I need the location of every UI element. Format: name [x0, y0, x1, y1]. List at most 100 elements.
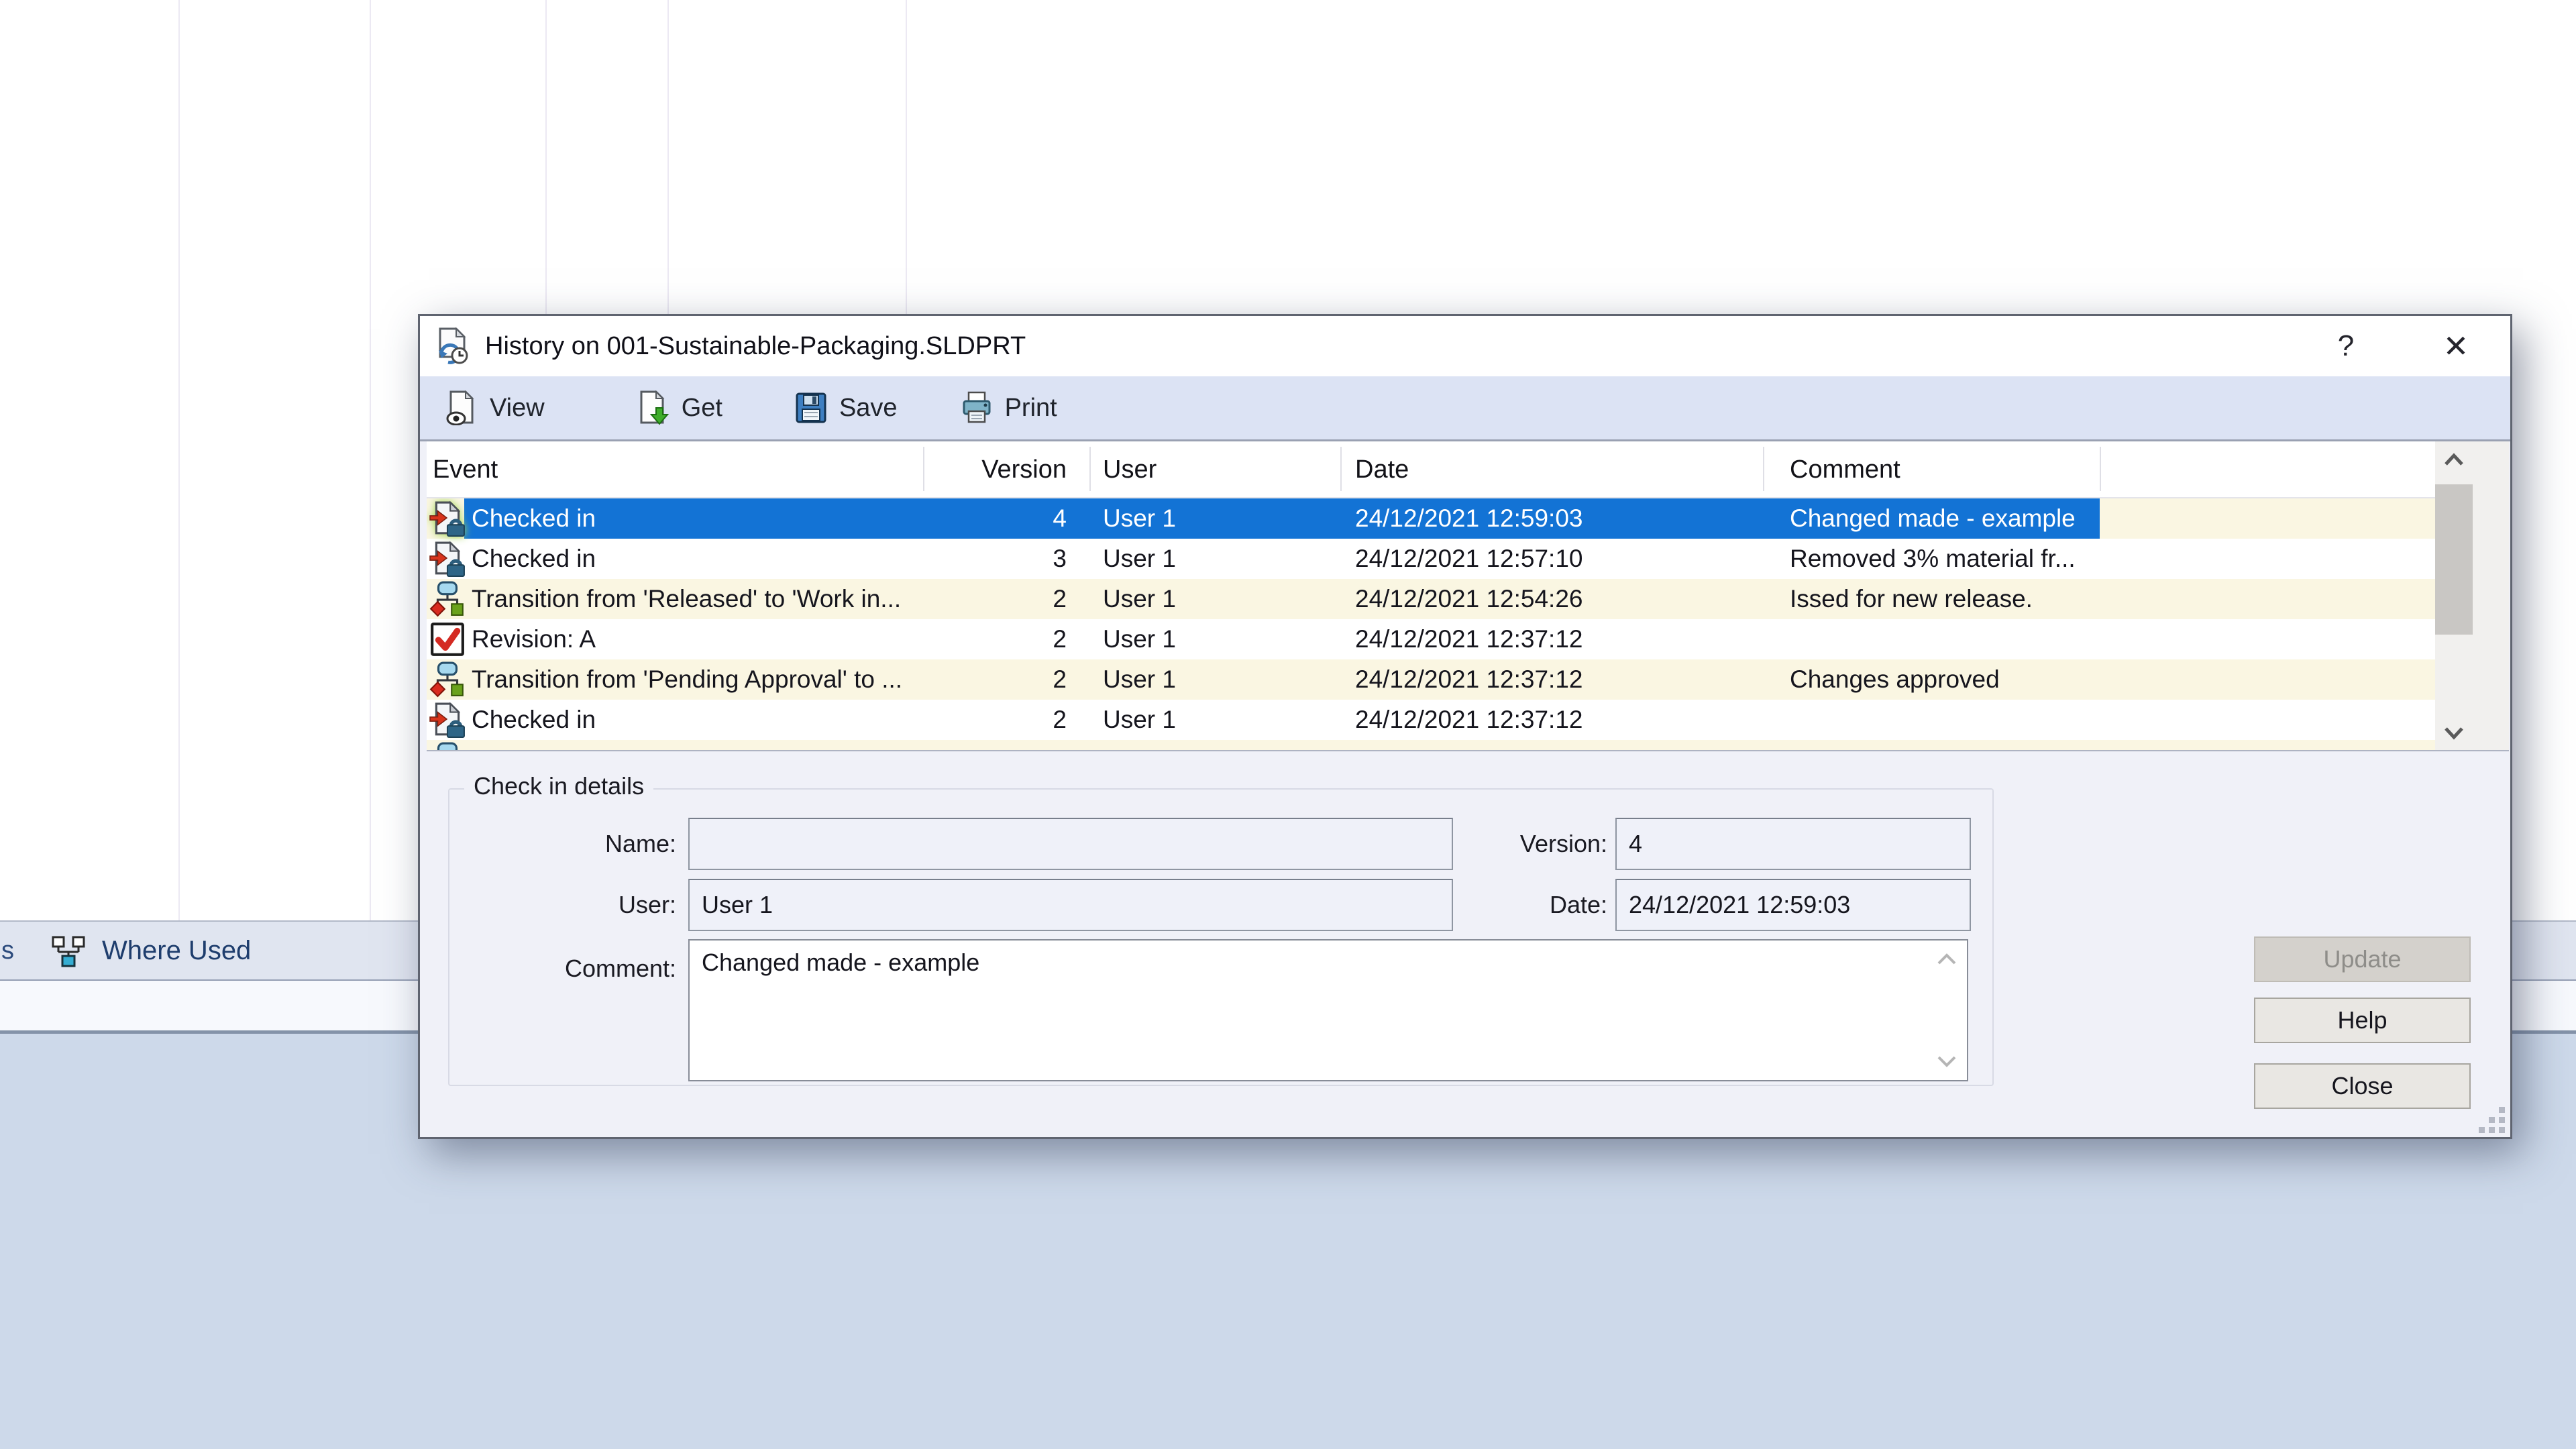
table-row[interactable]: Revision: A 2 User 1 24/12/2021 12:37:12	[427, 619, 2509, 659]
cell-version: 2	[924, 619, 1067, 659]
partial-tab-label[interactable]: s	[1, 922, 14, 979]
cell-version	[924, 740, 1067, 751]
column-divider[interactable]	[923, 447, 924, 491]
where-used-label: Where Used	[102, 936, 251, 966]
revision-icon	[429, 621, 466, 657]
user-field[interactable]	[688, 879, 1453, 931]
comment-label: Comment:	[455, 952, 676, 985]
cell-date: 24/12/2021 12:37:12	[1355, 619, 1758, 659]
view-document-icon	[444, 390, 479, 425]
table-row[interactable]: Transition from 'Released' to 'Work in..…	[427, 579, 2509, 619]
print-button-label: Print	[1005, 394, 1057, 423]
print-icon	[959, 390, 994, 425]
cell-date: 24/12/2021 12:54:26	[1355, 579, 1758, 619]
cell-user: User 1	[1103, 619, 1324, 659]
column-header-date[interactable]: Date	[1355, 441, 1758, 498]
view-button[interactable]: View	[437, 376, 551, 439]
dialog-toolbar: View Get Save	[420, 376, 2510, 441]
cell-event: Checked in	[472, 539, 914, 579]
table-row[interactable]: Transition from 'Pending Approval' to ..…	[427, 659, 2509, 700]
file-list-column-divider	[178, 0, 180, 920]
version-label: Version:	[1386, 818, 1607, 870]
scrollbar-thumb[interactable]	[2435, 484, 2473, 635]
transition-icon	[429, 742, 466, 751]
dialog-close-button[interactable]: ✕	[2426, 316, 2486, 376]
cell-comment: Changed made - example	[1790, 498, 2165, 539]
cell-version: 4	[924, 498, 1067, 539]
cell-comment	[1790, 700, 2165, 740]
get-button[interactable]: Get	[629, 376, 729, 439]
resize-grip[interactable]	[2474, 1102, 2505, 1133]
cell-date	[1355, 740, 1758, 751]
column-header-version[interactable]: Version	[924, 441, 1067, 498]
dialog-help-button[interactable]: ?	[2316, 316, 2376, 376]
cell-date: 24/12/2021 12:59:03	[1355, 498, 1758, 539]
save-icon	[794, 390, 828, 425]
cell-user: User 1	[1103, 659, 1324, 700]
column-header-event[interactable]: Event	[433, 441, 875, 498]
history-table-header: Event Version User Date Comment	[427, 441, 2509, 498]
column-header-user[interactable]: User	[1103, 441, 1324, 498]
version-field[interactable]	[1615, 818, 1971, 870]
cell-version: 2	[924, 659, 1067, 700]
cell-version: 2	[924, 579, 1067, 619]
cell-event	[472, 740, 914, 751]
file-list-column-divider	[370, 0, 371, 920]
check-in-details-group: Check in details Name: Version: User: Da…	[448, 788, 1994, 1086]
save-button-label: Save	[839, 394, 898, 423]
scroll-up-icon[interactable]	[2439, 449, 2469, 470]
transition-icon	[429, 661, 466, 698]
tab-where-used[interactable]: Where Used	[50, 922, 251, 979]
cell-comment	[1790, 619, 2165, 659]
cell-user: User 1	[1103, 539, 1324, 579]
table-row[interactable]	[427, 740, 2509, 751]
table-row[interactable]: Checked in 2 User 1 24/12/2021 12:37:12	[427, 700, 2509, 740]
comment-scroll-down-icon[interactable]	[1933, 1052, 1960, 1071]
column-divider[interactable]	[1763, 447, 1764, 491]
history-document-icon	[435, 327, 471, 365]
date-label: Date:	[1386, 879, 1607, 931]
close-button[interactable]: Close	[2254, 1063, 2471, 1109]
cell-version: 2	[924, 700, 1067, 740]
cell-user: User 1	[1103, 498, 1324, 539]
group-legend: Check in details	[464, 772, 653, 800]
cell-event: Revision: A	[472, 619, 914, 659]
view-button-label: View	[490, 394, 545, 423]
column-divider[interactable]	[2100, 447, 2101, 491]
cell-user: User 1	[1103, 700, 1324, 740]
dialog-titlebar: History on 001-Sustainable-Packaging.SLD…	[420, 316, 2510, 376]
scroll-down-icon[interactable]	[2439, 723, 2469, 743]
name-field[interactable]	[688, 818, 1453, 870]
table-row[interactable]: Checked in 3 User 1 24/12/2021 12:57:10 …	[427, 539, 2509, 579]
print-button[interactable]: Print	[953, 376, 1064, 439]
transition-icon	[429, 581, 466, 617]
cell-user	[1103, 740, 1324, 751]
column-header-comment[interactable]: Comment	[1790, 441, 2165, 498]
date-field[interactable]	[1615, 879, 1971, 931]
comment-field[interactable]: Changed made - example	[688, 939, 1968, 1081]
cell-comment: Issed for new release.	[1790, 579, 2165, 619]
screen: s Where Used History on 001-Sustain	[0, 0, 2576, 1449]
cell-version: 3	[924, 539, 1067, 579]
table-row[interactable]: Checked in 4 User 1 24/12/2021 12:59:03 …	[427, 498, 2509, 539]
column-divider[interactable]	[1089, 447, 1091, 491]
cell-event: Transition from 'Released' to 'Work in..…	[472, 579, 914, 619]
update-button[interactable]: Update	[2254, 936, 2471, 982]
cell-comment: Changes approved	[1790, 659, 2165, 700]
get-button-label: Get	[682, 394, 722, 423]
checked-in-icon	[429, 541, 466, 577]
history-dialog: History on 001-Sustainable-Packaging.SLD…	[418, 314, 2512, 1139]
vertical-scrollbar[interactable]	[2435, 441, 2509, 751]
get-version-icon	[636, 390, 671, 425]
checked-in-icon	[429, 500, 466, 537]
help-button[interactable]: Help	[2254, 998, 2471, 1043]
cell-event: Transition from 'Pending Approval' to ..…	[472, 659, 914, 700]
user-label: User:	[455, 879, 676, 931]
name-label: Name:	[455, 818, 676, 870]
comment-scroll-up-icon[interactable]	[1933, 950, 1960, 969]
column-divider[interactable]	[1340, 447, 1342, 491]
save-button[interactable]: Save	[787, 376, 904, 439]
history-rows: Checked in 4 User 1 24/12/2021 12:59:03 …	[427, 498, 2509, 751]
dialog-title: History on 001-Sustainable-Packaging.SLD…	[485, 316, 1026, 376]
cell-date: 24/12/2021 12:57:10	[1355, 539, 1758, 579]
